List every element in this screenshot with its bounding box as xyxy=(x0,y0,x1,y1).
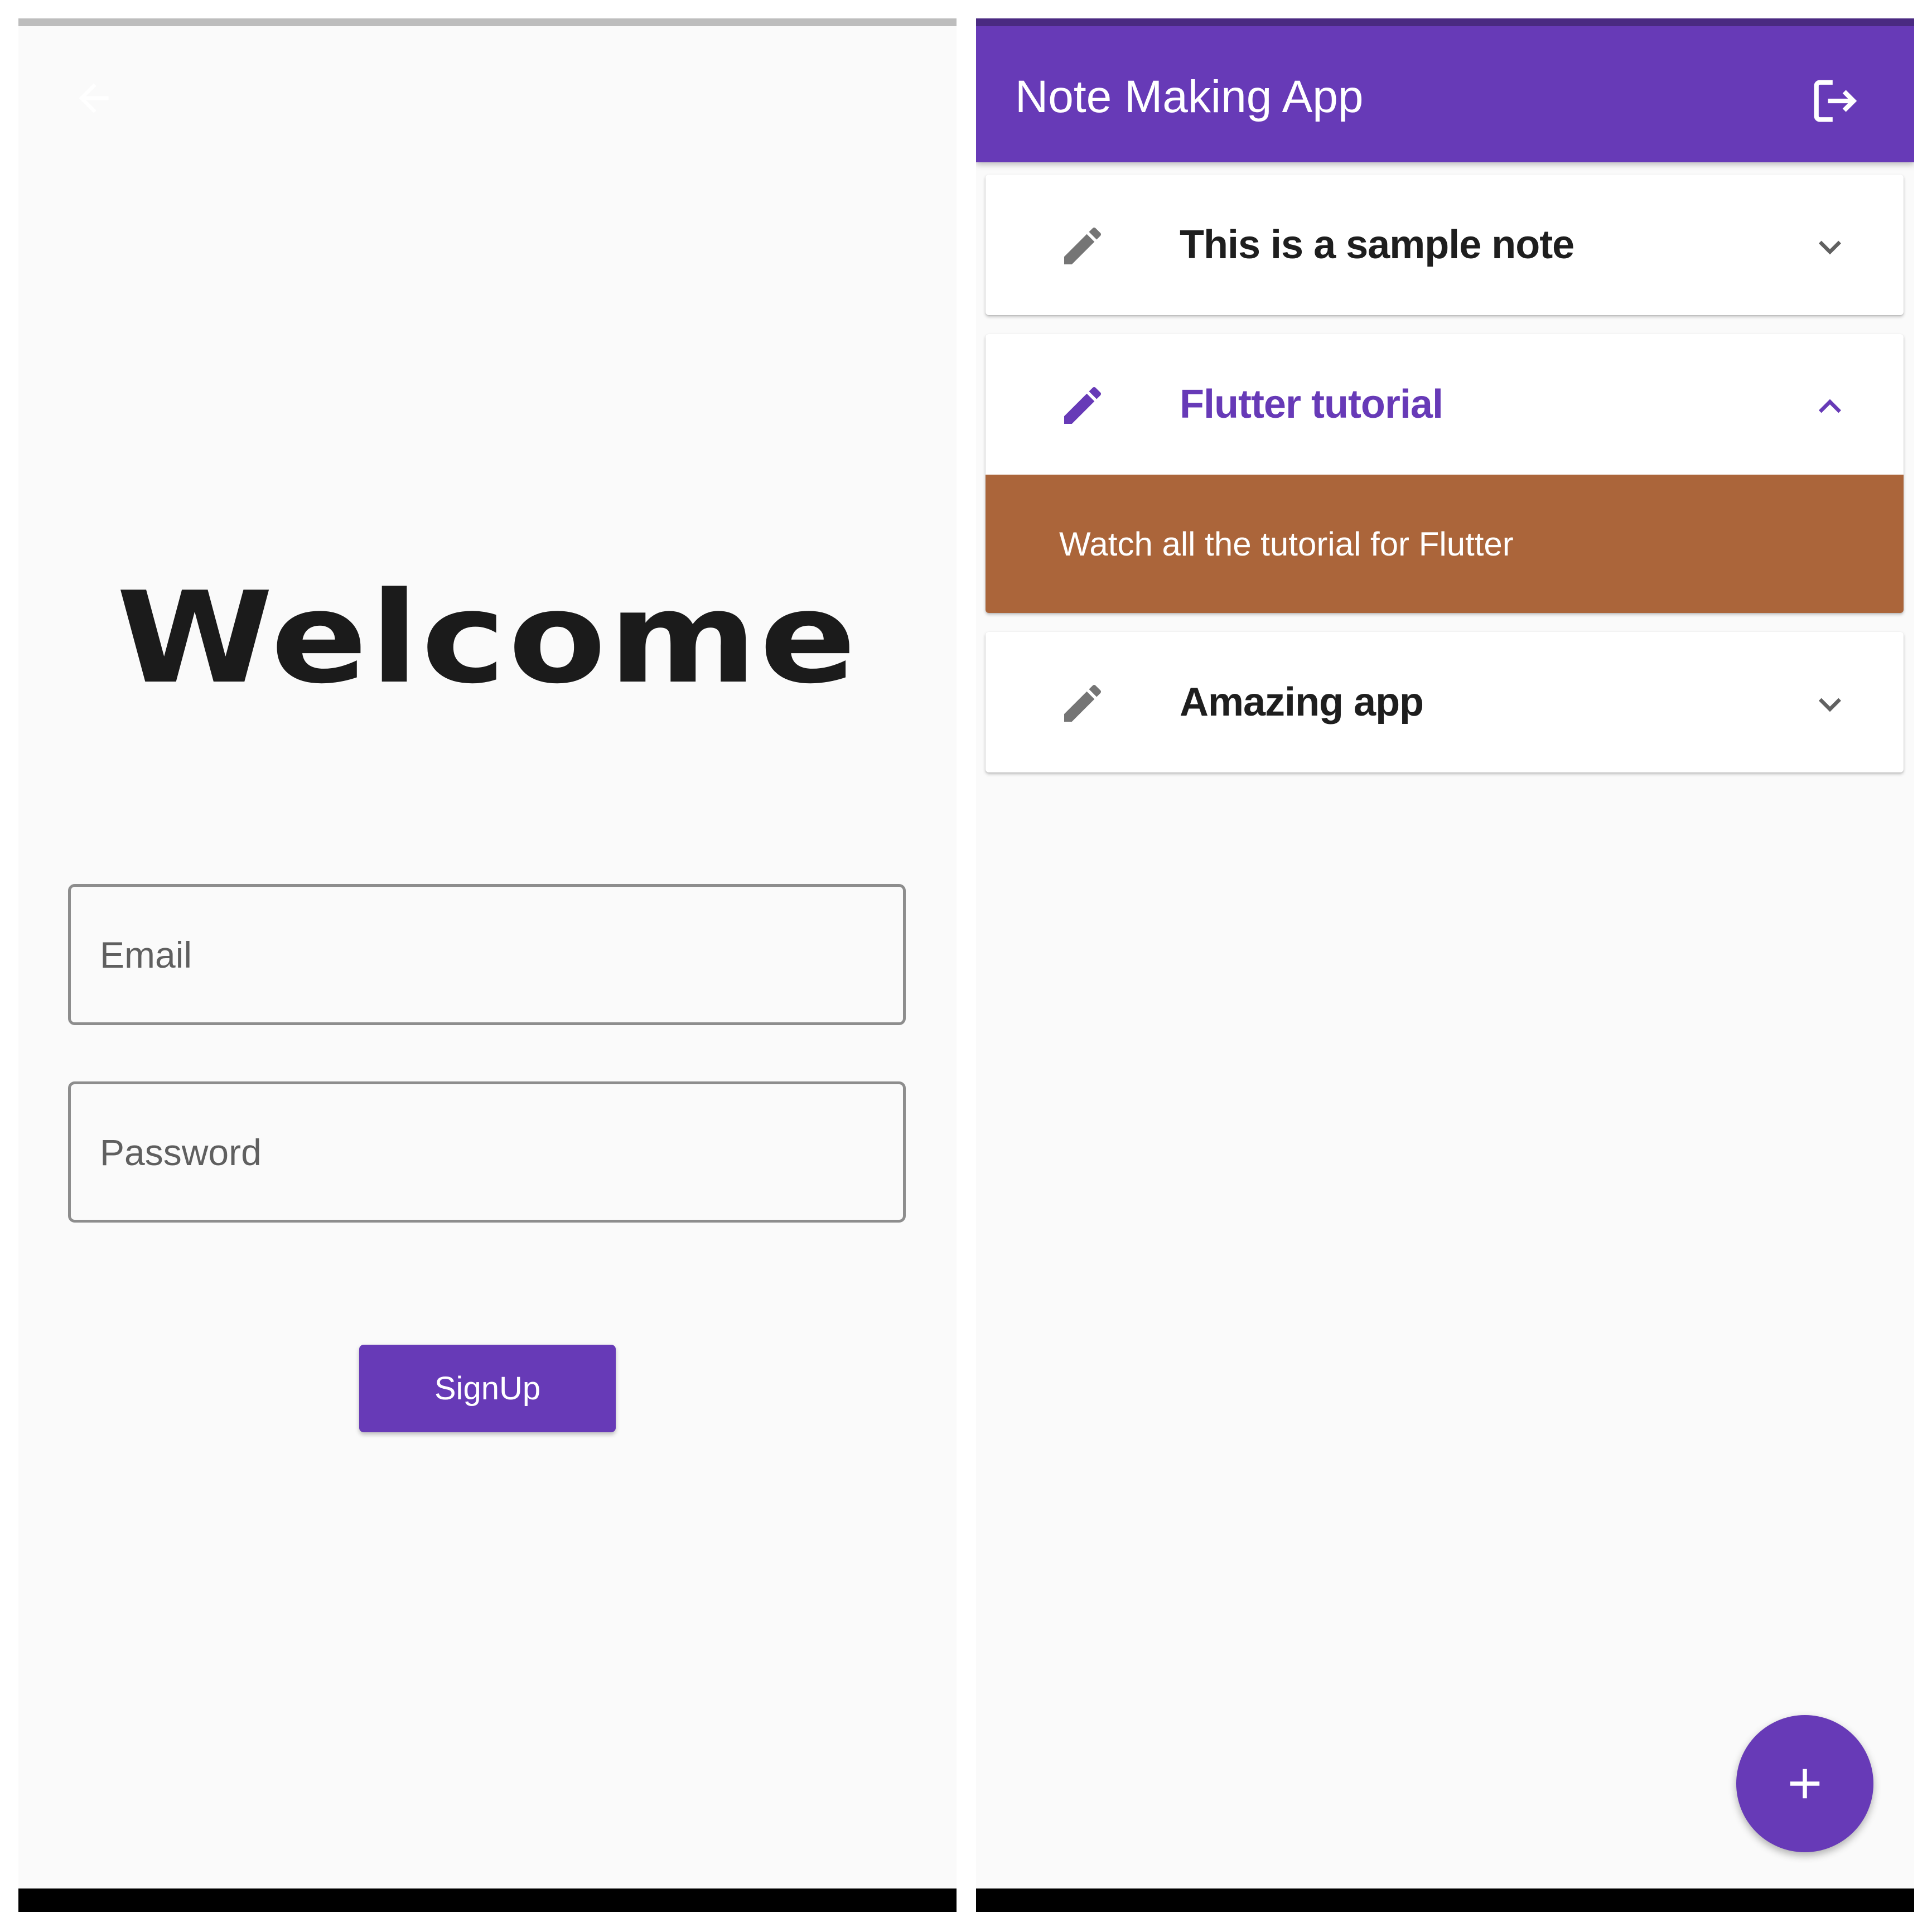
logout-icon xyxy=(1814,80,1857,122)
note-header[interactable]: This is a sample note xyxy=(986,175,1904,315)
signup-screen: Welcome SignUp xyxy=(18,18,957,1912)
system-nav-bar xyxy=(18,1888,957,1912)
chevron-down-icon[interactable] xyxy=(1808,225,1852,269)
app-bar: Note Making App xyxy=(976,18,1914,162)
note-card: Amazing app xyxy=(986,632,1904,772)
note-header[interactable]: Flutter tutorial xyxy=(986,334,1904,475)
edit-icon xyxy=(1064,684,1102,722)
edit-icon xyxy=(1064,387,1102,424)
back-button[interactable] xyxy=(63,67,124,129)
note-header[interactable]: Amazing app xyxy=(986,632,1904,772)
welcome-title: Welcome xyxy=(116,565,859,712)
email-input[interactable] xyxy=(99,933,903,977)
add-icon xyxy=(1790,1769,1820,1799)
signup-button[interactable]: SignUp xyxy=(359,1345,616,1432)
arrow-back-icon xyxy=(79,83,109,113)
chevron-up-icon[interactable] xyxy=(1808,384,1852,429)
note-card: This is a sample note xyxy=(986,175,1904,315)
notes-screen: Note Making App This is a sample note Fl… xyxy=(976,18,1914,1912)
system-nav-bar xyxy=(976,1888,1914,1912)
email-field[interactable] xyxy=(68,884,906,1025)
note-body: Watch all the tutorial for Flutter xyxy=(986,475,1904,613)
note-title: Amazing app xyxy=(1180,680,1424,724)
add-note-fab[interactable] xyxy=(1736,1715,1873,1852)
edit-icon xyxy=(1064,227,1102,264)
password-input[interactable] xyxy=(99,1130,903,1174)
note-title: Flutter tutorial xyxy=(1180,382,1443,427)
app-bar-title: Note Making App xyxy=(1015,71,1364,122)
status-bar-strip xyxy=(976,18,1914,26)
password-field[interactable] xyxy=(68,1081,906,1223)
top-strip xyxy=(18,18,957,26)
note-card-expanded: Flutter tutorial Watch all the tutorial … xyxy=(986,334,1904,613)
logout-button[interactable] xyxy=(1801,67,1868,134)
chevron-down-icon[interactable] xyxy=(1808,682,1852,727)
note-title: This is a sample note xyxy=(1180,223,1574,267)
